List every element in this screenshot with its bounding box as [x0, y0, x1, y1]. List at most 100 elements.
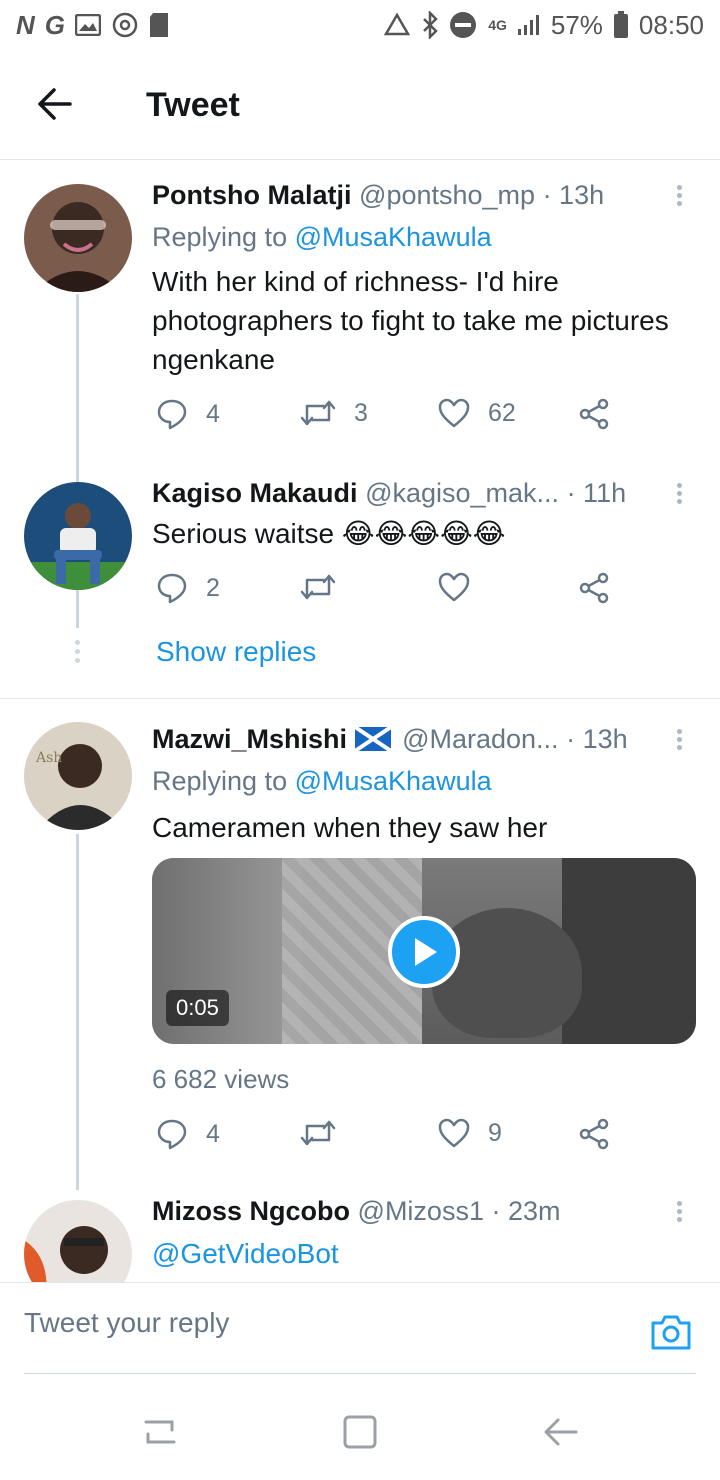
signal-icon	[517, 15, 539, 35]
svg-text:Ash: Ash	[35, 750, 62, 766]
retweet-button[interactable]	[300, 1118, 354, 1148]
video-duration: 0:05	[166, 990, 229, 1026]
like-count: 62	[488, 398, 516, 427]
tweet-header: Mizoss Ngcobo @Mizoss1 · 23m	[152, 1196, 561, 1227]
reply-button[interactable]: 4	[156, 398, 220, 430]
scotland-flag-icon	[354, 727, 391, 751]
replying-to: Replying to @MusaKhawula	[152, 766, 492, 797]
tweet-thread: Pontsho Malatji @pontsho_mp · 13h Replyi…	[0, 160, 720, 1282]
reply-icon	[157, 573, 187, 604]
camera-button[interactable]	[650, 1313, 692, 1351]
share-button[interactable]	[578, 572, 610, 604]
like-button[interactable]	[438, 572, 488, 602]
retweet-button[interactable]	[300, 572, 354, 602]
replying-prefix: Replying to	[152, 766, 295, 796]
mention-link[interactable]: @GetVideoBot	[152, 1238, 339, 1269]
reply-count: 4	[206, 1119, 220, 1148]
system-back-button[interactable]	[540, 1412, 580, 1452]
system-nav-bar	[0, 1374, 720, 1480]
battery-percent: 57%	[550, 9, 603, 40]
app-header: Tweet	[0, 50, 720, 160]
author-name[interactable]: Mizoss Ngcobo	[152, 1196, 350, 1226]
more-options-button[interactable]	[672, 1198, 686, 1228]
play-icon	[415, 938, 437, 966]
avatar[interactable]	[24, 1200, 132, 1282]
back-button[interactable]	[30, 84, 80, 124]
mention-link[interactable]: @MusaKhawula	[295, 222, 492, 252]
battery-icon	[613, 11, 628, 38]
avatar[interactable]	[24, 184, 132, 292]
thread-line	[76, 834, 79, 1190]
author-name[interactable]: Mazwi_Mshishi	[152, 724, 347, 754]
tweet-header: Kagiso Makaudi @kagiso_mak... · 11h	[152, 478, 626, 509]
show-replies-link[interactable]: Show replies	[156, 636, 316, 668]
g-icon: G	[44, 9, 66, 40]
tweet-time: · 23m	[491, 1196, 561, 1226]
retweet-icon	[300, 1120, 336, 1146]
author-name[interactable]: Kagiso Makaudi	[152, 478, 358, 508]
share-icon	[579, 1118, 609, 1150]
share-button[interactable]	[578, 1118, 610, 1150]
play-button[interactable]	[388, 916, 460, 988]
n-icon: N	[16, 9, 35, 40]
author-handle: @Mizoss1	[357, 1196, 484, 1226]
mention-link[interactable]: @MusaKhawula	[295, 766, 492, 796]
status-left-icons: N G	[16, 10, 169, 41]
tweet-actions: 4 9	[152, 1118, 632, 1158]
tweet-text: With her kind of richness- I'd hire phot…	[152, 266, 669, 375]
heart-icon	[438, 398, 470, 428]
reply-button[interactable]: 2	[156, 572, 220, 604]
status-right-icons: 4G 57% 08:50	[382, 10, 704, 41]
do-not-disturb-icon	[450, 12, 477, 38]
video-frame	[432, 908, 582, 1038]
reply-bar: Tweet your reply	[0, 1282, 720, 1374]
like-button[interactable]: 62	[438, 398, 516, 428]
heart-icon	[438, 572, 470, 602]
reply-icon	[157, 1119, 187, 1150]
video-frame	[562, 858, 696, 1044]
more-replies-dots	[75, 640, 80, 667]
like-button[interactable]: 9	[438, 1118, 502, 1148]
reply-count: 2	[206, 573, 220, 602]
author-handle: @kagiso_mak...	[365, 478, 560, 508]
tweet-text: Serious waitse 😂😂😂😂😂	[152, 518, 506, 549]
retweet-icon	[300, 574, 336, 600]
clock: 08:50	[638, 9, 704, 40]
reply-button[interactable]: 4	[156, 1118, 220, 1150]
page-title: Tweet	[146, 86, 240, 124]
replying-prefix: Replying to	[152, 222, 295, 252]
author-handle: @Maradon...	[402, 724, 559, 754]
video-player[interactable]: 0:05	[152, 858, 696, 1044]
replying-to: Replying to @MusaKhawula	[152, 222, 492, 253]
camera-icon	[651, 1315, 691, 1350]
like-count: 9	[488, 1118, 502, 1147]
back-arrow-icon	[38, 88, 72, 120]
author-handle: @pontsho_mp	[359, 180, 536, 210]
share-button[interactable]	[578, 398, 610, 430]
retweet-count: 3	[354, 398, 368, 427]
author-name[interactable]: Pontsho Malatji	[152, 180, 352, 210]
more-options-button[interactable]	[672, 726, 686, 756]
avatar[interactable]	[24, 482, 132, 590]
tweet-header: Mazwi_Mshishi @Maradon... · 13h	[152, 724, 628, 755]
divider	[0, 698, 720, 699]
tweet-header: Pontsho Malatji @pontsho_mp · 13h	[152, 180, 604, 211]
home-button[interactable]	[340, 1412, 380, 1452]
more-options-button[interactable]	[672, 182, 686, 212]
target-icon	[112, 12, 138, 38]
reply-count: 4	[206, 399, 220, 428]
tweet-text: Cameramen when they saw her	[152, 812, 548, 843]
tweet-actions: 4 3 62	[152, 398, 632, 438]
retweet-button[interactable]: 3	[300, 398, 368, 428]
tweet-time: · 11h	[566, 478, 627, 508]
more-options-button[interactable]	[672, 480, 686, 510]
avatar[interactable]: Ash	[24, 722, 132, 830]
retweet-icon	[300, 400, 336, 426]
recents-button[interactable]	[140, 1412, 180, 1452]
thread-line	[76, 592, 79, 628]
status-bar: N G 4G 57% 08:50	[0, 0, 720, 50]
share-icon	[579, 572, 609, 604]
tweet-time: · 13h	[566, 724, 628, 754]
reply-input[interactable]: Tweet your reply	[24, 1307, 624, 1357]
home-icon	[343, 1415, 377, 1449]
